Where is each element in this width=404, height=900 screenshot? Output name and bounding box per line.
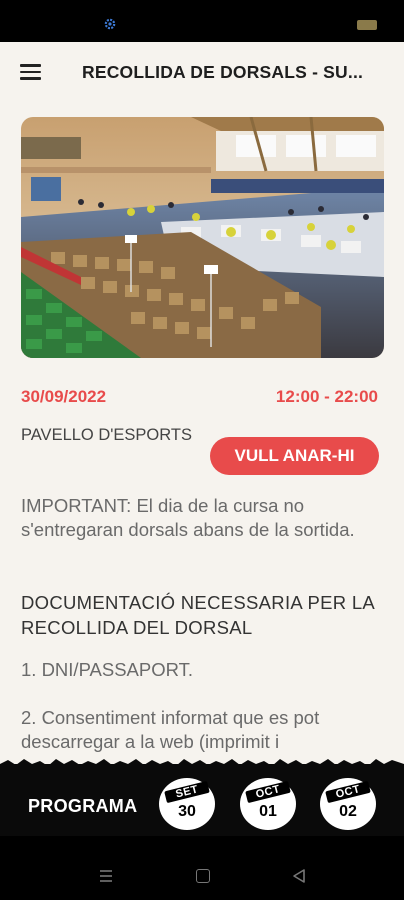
programa-label[interactable]: PROGRAMA [28,796,137,817]
badge-day: 01 [259,803,277,820]
vull-anar-hi-button[interactable]: VULL ANAR-HI [210,437,379,475]
day-badge-oct-02[interactable]: OCT 02 [320,778,376,830]
hamburger-menu-icon[interactable] [20,64,44,84]
event-photo [21,117,384,358]
system-nav-bar [0,836,404,900]
event-time: 12:00 - 22:00 [275,387,378,406]
page-title: RECOLLIDA DE DORSALS - SU... [82,62,364,82]
program-bar: PROGRAMA SET 30 OCT 01 OCT 02 [0,759,404,836]
event-venue: PAVELLO D'ESPORTS [21,426,192,444]
home-icon[interactable] [196,869,210,883]
torn-edge-decoration [0,759,404,770]
doc-item-2: 2. Consentiment informat que es pot desc… [21,707,320,752]
badge-day: 30 [178,803,196,820]
app-screen: RECOLLIDA DE DORSALS - SU... 30/09/2022 … [0,42,404,764]
sports-hall-photo [21,117,384,358]
important-notice: IMPORTANT: El dia de la cursa no s'entre… [21,495,355,540]
doc-item-1: 1. DNI/PASSAPORT. [21,659,194,680]
recent-apps-icon[interactable] [99,869,113,883]
app-header: RECOLLIDA DE DORSALS - SU... [0,42,404,104]
day-badge-oct-01[interactable]: OCT 01 [240,778,296,830]
status-bar [0,0,404,42]
documentation-heading: DOCUMENTACIÓ NECESSARIA PER LA RECOLLIDA… [21,592,375,638]
day-badge-set-30[interactable]: SET 30 [159,778,215,830]
back-icon[interactable] [291,868,307,884]
gear-icon [104,18,116,30]
battery-icon [357,20,377,30]
badge-day: 02 [339,803,357,820]
event-date: 30/09/2022 [21,387,107,406]
